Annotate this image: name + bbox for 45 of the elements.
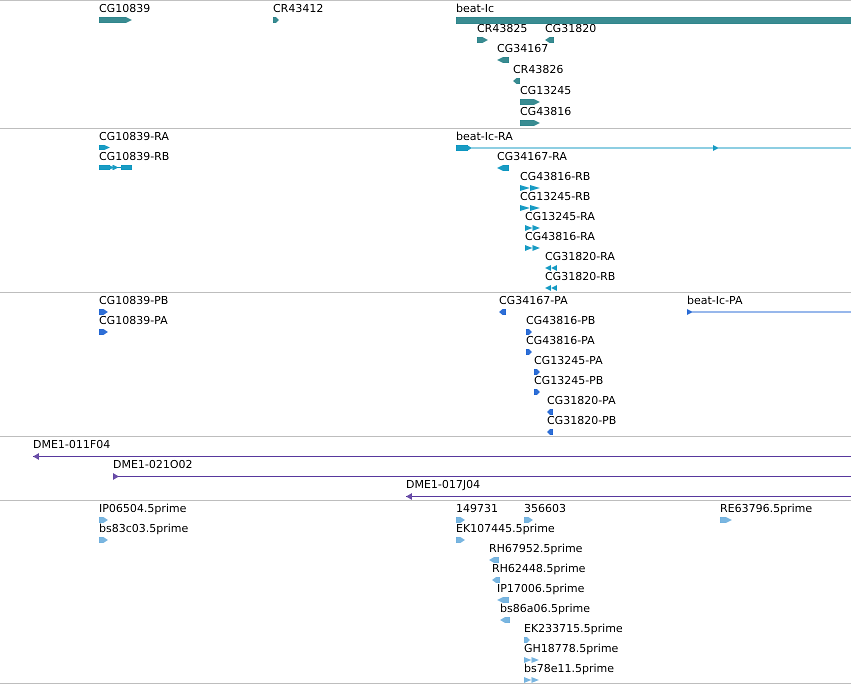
- feature-label[interactable]: CG10839-PB: [99, 294, 168, 308]
- feature-label[interactable]: CG34167: [497, 42, 548, 56]
- feature-label[interactable]: CG43816-PB: [526, 314, 596, 328]
- feature-label[interactable]: DME1-011F04: [33, 438, 110, 452]
- feature-label[interactable]: beat-Ic: [456, 2, 494, 16]
- feature-label[interactable]: CG31820-RB: [545, 270, 616, 284]
- feature-label[interactable]: CG31820-PB: [547, 414, 616, 428]
- feature-label[interactable]: CG43816-RB: [520, 170, 590, 184]
- feature-label[interactable]: IP17006.5prime: [497, 582, 584, 596]
- feature-label[interactable]: CG10839-RA: [99, 130, 169, 144]
- feature-label[interactable]: CG13245-PA: [534, 354, 603, 368]
- feature-label[interactable]: EK233715.5prime: [524, 622, 623, 636]
- feature-label[interactable]: CG34167-RA: [497, 150, 567, 164]
- feature-label[interactable]: CG13245-RB: [520, 190, 590, 204]
- feature-label[interactable]: GH18778.5prime: [524, 642, 618, 656]
- feature-label[interactable]: CG13245-RA: [525, 210, 595, 224]
- feature-label[interactable]: RH67952.5prime: [489, 542, 582, 556]
- feature-label[interactable]: RE63796.5prime: [720, 502, 812, 516]
- feature-label[interactable]: IP06504.5prime: [99, 502, 186, 516]
- feature-label[interactable]: beat-Ic-PA: [687, 294, 742, 308]
- feature-label[interactable]: DME1-021O02: [113, 458, 193, 472]
- feature-label[interactable]: CG43816-PA: [526, 334, 595, 348]
- feature-label[interactable]: 356603: [524, 502, 566, 516]
- feature-label[interactable]: CR43825: [477, 22, 528, 36]
- feature-label[interactable]: CG43816: [520, 105, 572, 119]
- feature-label[interactable]: CG10839-RB: [99, 150, 170, 164]
- feature-label[interactable]: CG31820-PA: [547, 394, 616, 408]
- feature-label[interactable]: DME1-017J04: [406, 478, 480, 492]
- feature-label[interactable]: bs78e11.5prime: [524, 662, 614, 676]
- feature-label[interactable]: CG13245: [520, 84, 572, 98]
- feature-label[interactable]: CR43412: [273, 2, 324, 16]
- feature-label[interactable]: bs83c03.5prime: [99, 522, 188, 536]
- feature-label[interactable]: beat-Ic-RA: [456, 130, 513, 144]
- feature-label[interactable]: CR43826: [513, 63, 564, 77]
- feature-label[interactable]: 149731: [456, 502, 498, 516]
- feature-label[interactable]: CG31820-RA: [545, 250, 615, 264]
- feature-label[interactable]: EK107445.5prime: [456, 522, 555, 536]
- feature-label[interactable]: RH62448.5prime: [492, 562, 586, 576]
- feature-label[interactable]: bs86a06.5prime: [500, 602, 590, 616]
- feature-label[interactable]: CG34167-PA: [499, 294, 568, 308]
- feature-label[interactable]: CG31820: [545, 22, 596, 36]
- feature-label[interactable]: CG13245-PB: [534, 374, 604, 388]
- feature-label[interactable]: CG43816-RA: [525, 230, 595, 244]
- feature-label[interactable]: CG10839-PA: [99, 314, 168, 328]
- feature-label[interactable]: CG10839: [99, 2, 150, 16]
